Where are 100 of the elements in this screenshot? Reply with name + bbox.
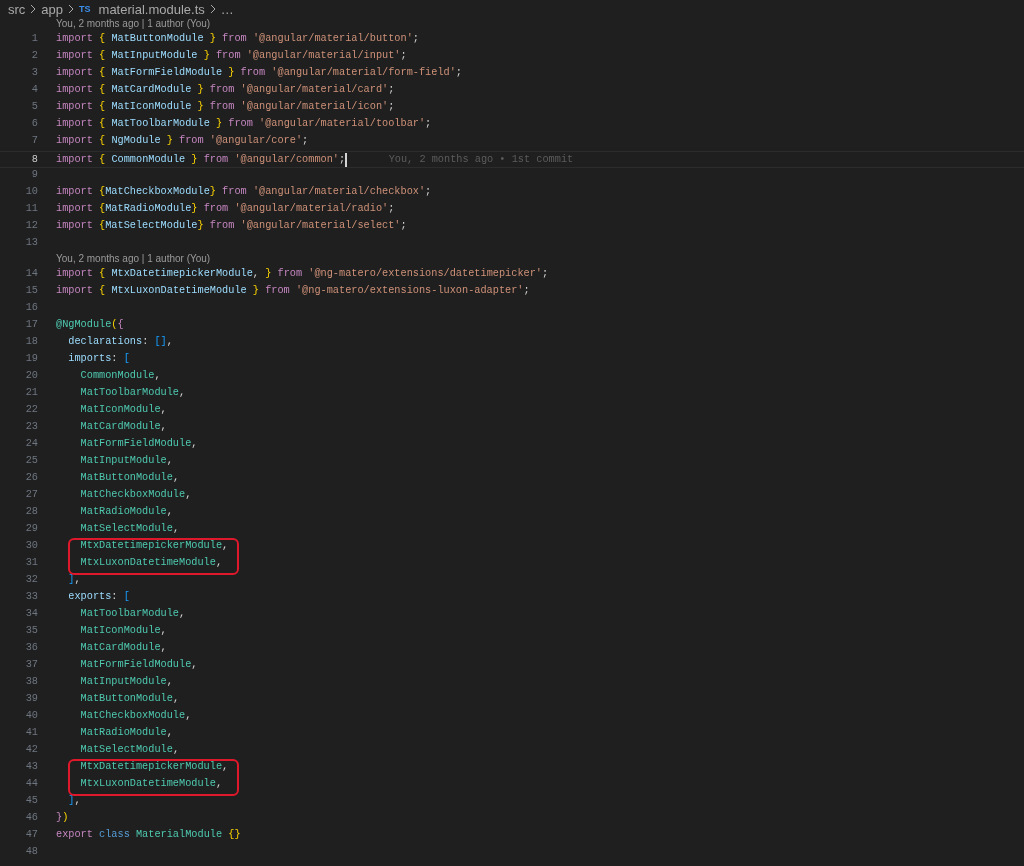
line-number: 38 (24, 675, 38, 689)
line-number: 15 (24, 284, 38, 298)
line-number: 34 (24, 607, 38, 621)
line-number: 33 (24, 590, 38, 604)
line-number: 28 (24, 505, 38, 519)
line-number: 35 (24, 624, 38, 638)
line-number: 14 (24, 267, 38, 281)
line-number: 9 (30, 168, 38, 182)
code-line: }) (56, 811, 69, 825)
line-number: 11 (24, 202, 38, 216)
code-line: MatIconModule, (79, 624, 167, 638)
line-number: 36 (24, 641, 38, 655)
line-number: 13 (24, 236, 38, 250)
line-number: 7 (30, 134, 38, 148)
code-line: MtxLuxonDatetimeModule, (79, 777, 223, 791)
line-number: 12 (24, 219, 38, 233)
line-number: 4 (30, 83, 38, 97)
code-line: exports: [ (67, 590, 130, 604)
line-number: 10 (24, 185, 38, 199)
code-line: ], (67, 573, 81, 587)
text-cursor (345, 152, 347, 167)
line-number: 41 (24, 726, 38, 740)
code-line: CommonModule, (79, 369, 161, 383)
line-number: 8 (30, 152, 38, 167)
line-number: 18 (24, 335, 38, 349)
line-number: 47 (24, 828, 38, 842)
code-line: import { MatToolbarModule } from '@angular/material/toolbar'; (56, 117, 432, 131)
code-line: MatCheckboxModule, (79, 709, 192, 723)
line-number: 26 (24, 471, 38, 485)
line-number: 3 (30, 66, 38, 80)
line-number: 37 (24, 658, 38, 672)
line-number: 2 (30, 49, 38, 63)
code-line: export class MaterialModule {} (56, 828, 241, 842)
line-number: 31 (24, 556, 38, 570)
code-line: declarations: [], (67, 335, 173, 349)
code-line: import {MatCheckboxModule} from '@angular/material/checkbox'; (56, 185, 432, 199)
line-number: 21 (24, 386, 38, 400)
code-line: import { MatIconModule } from '@angular/material/icon'; (56, 100, 395, 114)
typescript-file-icon: TS (79, 4, 91, 14)
code-line: MatInputModule, (79, 675, 173, 689)
line-number: 45 (24, 794, 38, 808)
code-line: @NgModule({ (56, 318, 124, 332)
line-number: 32 (24, 573, 38, 587)
line-number: 17 (24, 318, 38, 332)
code-line: MatToolbarModule, (79, 386, 186, 400)
code-line: MatButtonModule, (79, 471, 180, 485)
breadcrumb-folder[interactable]: app (41, 1, 64, 17)
line-number: 19 (24, 352, 38, 366)
line-number: 46 (24, 811, 38, 825)
code-line: import { NgModule } from '@angular/core'; (56, 134, 309, 148)
code-line: imports: [ (67, 352, 130, 366)
code-line: import {MatRadioModule} from '@angular/material/radio'; (56, 202, 395, 216)
code-line: MatRadioModule, (79, 505, 173, 519)
line-number: 40 (24, 709, 38, 723)
line-number: 29 (24, 522, 38, 536)
code-line: MtxDatetimepickerModule, (79, 760, 229, 774)
code-line: import { MatCardModule } from '@angular/material/card'; (56, 83, 395, 97)
code-line: MatIconModule, (79, 403, 167, 417)
line-number: 23 (24, 420, 38, 434)
code-line: import { MtxDatetimepickerModule, } from '@ng-matero/extensions/datetimepicker'; (56, 267, 549, 281)
code-line: import { MatInputModule } from '@angular/material/input'; (56, 49, 407, 63)
line-number: 22 (24, 403, 38, 417)
codelens-annotation[interactable]: You, 2 months ago | 1 author (You) (0, 18, 1024, 32)
code-line: import { CommonModule } from '@angular/common'; (56, 152, 346, 167)
line-number: 5 (30, 100, 38, 114)
code-line: MtxLuxonDatetimeModule, (79, 556, 223, 570)
code-line: import {MatSelectModule} from '@angular/material/select'; (56, 219, 407, 233)
line-number: 25 (24, 454, 38, 468)
code-line: MatToolbarModule, (79, 607, 186, 621)
codelens-annotation[interactable]: You, 2 months ago | 1 author (You) (0, 253, 1024, 267)
line-number: 27 (24, 488, 38, 502)
line-number: 48 (24, 845, 38, 859)
breadcrumb-folder[interactable]: src (8, 1, 26, 17)
chevron-right-icon (208, 4, 217, 14)
line-number: 16 (24, 301, 38, 315)
code-line: MatSelectModule, (79, 743, 180, 757)
code-line: MatCheckboxModule, (79, 488, 192, 502)
code-line: MatFormFieldModule, (79, 437, 198, 451)
chevron-right-icon (29, 4, 38, 14)
chevron-right-icon (67, 4, 76, 14)
code-line: import { MatButtonModule } from '@angular/material/button'; (56, 32, 419, 46)
code-line: import { MatFormFieldModule } from '@angular/material/form-field'; (56, 66, 462, 80)
line-number: 39 (24, 692, 38, 706)
code-line: ], (67, 794, 81, 808)
code-line: MatSelectModule, (79, 522, 180, 536)
code-line: MatCardModule, (79, 641, 167, 655)
line-number: 1 (30, 32, 38, 46)
line-number: 20 (24, 369, 38, 383)
code-line: MatCardModule, (79, 420, 167, 434)
line-number: 6 (30, 117, 38, 131)
code-line: MtxDatetimepickerModule, (79, 539, 229, 553)
code-line: import { MtxLuxonDatetimeModule } from '@ng-matero/extensions-luxon-adapter'; (56, 284, 530, 298)
line-number: 30 (24, 539, 38, 553)
code-line: MatFormFieldModule, (79, 658, 198, 672)
breadcrumb-more[interactable]: … (220, 1, 234, 17)
breadcrumb-file[interactable]: material.module.ts (98, 1, 205, 17)
line-number: 43 (24, 760, 38, 774)
code-line: MatInputModule, (79, 454, 173, 468)
line-number: 44 (24, 777, 38, 791)
line-number: 42 (24, 743, 38, 757)
